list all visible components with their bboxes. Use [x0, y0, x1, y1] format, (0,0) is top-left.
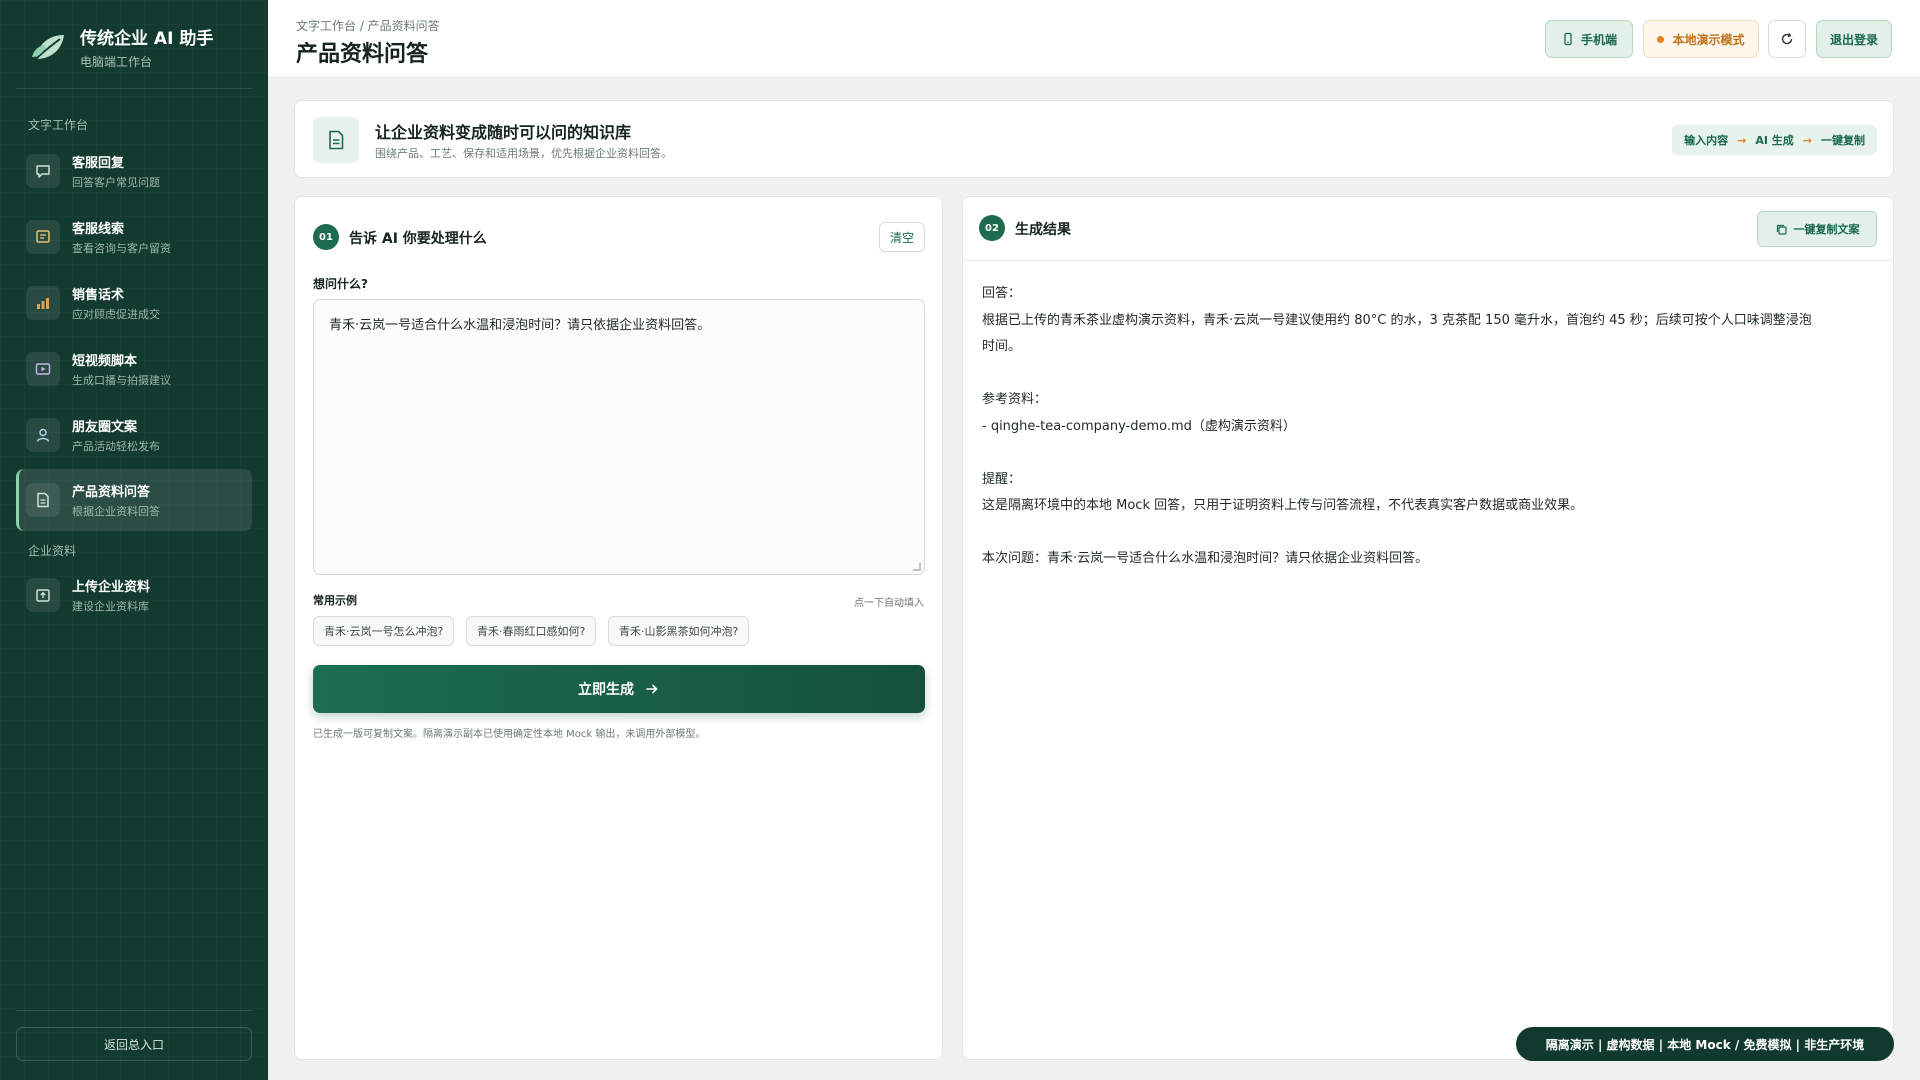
brand-title: 传统企业 AI 助手 [80, 29, 214, 49]
copy-icon [1776, 224, 1787, 235]
workflow-step: 一键复制 [1821, 134, 1865, 147]
sidebar-item-label: 朋友圈文案 [72, 420, 138, 435]
sidebar-divider [16, 88, 252, 89]
page-title: 产品资料问答 [296, 42, 429, 67]
input-panel: 01 告诉 AI 你要处理什么 清空 想问什么? 青禾·云岚一号适合什么水温和浸… [294, 196, 943, 1060]
back-to-home-button[interactable]: 返回总入口 [16, 1027, 252, 1061]
sidebar-item-label: 上传企业资料 [72, 580, 151, 595]
sidebar-item-desc: 回答客户常见问题 [72, 176, 160, 189]
example-chip[interactable]: 青禾·春雨红口感如何? [466, 616, 597, 646]
user-icon [26, 418, 60, 452]
answer-heading: 回答： [982, 286, 1022, 301]
note-heading: 提醒： [982, 471, 1022, 487]
chat-bubble-icon [26, 154, 60, 188]
sidebar-item-desc: 建设企业资料库 [72, 600, 149, 613]
brand: 传统企业 AI 助手 电脑端工作台 [30, 24, 213, 70]
sidebar-item-desc: 查看咨询与客户留资 [72, 242, 171, 255]
reference-heading: 参考资料： [982, 392, 1048, 407]
question-text: 青禾·云岚一号适合什么水温和浸泡时间？请只依据企业资料回答。 [329, 318, 711, 333]
clear-button[interactable]: 清空 [879, 222, 925, 252]
sidebar-section-label: 企业资料 [28, 544, 77, 558]
sidebar-item-desc: 应对顾虑促进成交 [72, 308, 160, 321]
banner-subtitle: 围绕产品、工艺、保存和适用场景，优先根据企业资料回答。 [375, 147, 672, 160]
message-list-icon [26, 220, 60, 254]
refresh-icon [1781, 33, 1793, 45]
input-panel-title: 告诉 AI 你要处理什么 [349, 231, 487, 247]
example-chip[interactable]: 青禾·云岚一号怎么冲泡? [313, 616, 455, 646]
logout-button[interactable]: 退出登录 [1816, 20, 1892, 58]
note-text: 这是隔离环境中的本地 Mock 回答，只用于证明资料上传与问答流程，不代表真实客… [982, 498, 1584, 513]
refresh-button[interactable] [1768, 20, 1806, 58]
result-panel-title: 生成结果 [1015, 222, 1071, 238]
document-icon [313, 117, 359, 163]
copy-button[interactable]: 一键复制文案 [1757, 211, 1877, 247]
reference-item: - qinghe-tea-company-demo.md（虚构演示资料） [982, 418, 1296, 434]
workflow-step: 输入内容 [1684, 134, 1729, 147]
sidebar-item-sales-script[interactable]: 销售话术 应对顾虑促进成交 [16, 272, 252, 334]
answer-text: 根据已上传的青禾茶业虚构演示资料，青禾·云岚一号建议使用约 80°C 的水，3 … [982, 312, 1812, 328]
breadcrumb: 文字工作台 / 产品资料问答 [296, 19, 440, 33]
arrow-right-icon: → [1737, 133, 1747, 147]
status-dot-icon [1657, 35, 1665, 43]
answer-text: 时间。 [982, 339, 1022, 354]
environment-badge: 隔离演示 | 虚构数据 | 本地 Mock / 免费模拟 | 非生产环境 [1516, 1027, 1894, 1061]
sidebar-item-label: 客服线索 [72, 222, 125, 237]
sidebar-item-moments-copy[interactable]: 朋友圈文案 产品活动轻松发布 [16, 404, 252, 466]
demo-mode-label: 本地演示模式 [1672, 32, 1745, 47]
mobile-view-button[interactable]: 手机端 [1545, 20, 1633, 58]
step-badge: 02 [979, 215, 1005, 241]
examples-label: 常用示例 [313, 594, 357, 607]
step-badge: 01 [313, 224, 339, 250]
upload-icon [26, 578, 60, 612]
copy-label: 一键复制文案 [1793, 223, 1860, 236]
arrow-right-icon [646, 684, 658, 694]
sidebar: 传统企业 AI 助手 电脑端工作台 文字工作台 客服回复 回答客户常见问题 客服… [0, 0, 268, 1080]
sidebar-item-desc: 根据企业资料回答 [72, 505, 160, 518]
bar-chart-icon [26, 286, 60, 320]
document-icon [26, 483, 60, 517]
generate-label: 立即生成 [578, 682, 634, 698]
resize-handle-icon[interactable] [913, 563, 921, 571]
phone-icon [1564, 32, 1572, 46]
question-echo: 本次问题：青禾·云岚一号适合什么水温和浸泡时间？请只依据企业资料回答。 [982, 551, 1429, 566]
sidebar-item-customer-reply[interactable]: 客服回复 回答客户常见问题 [16, 140, 252, 202]
generate-button[interactable]: 立即生成 [313, 665, 925, 713]
sidebar-item-label: 短视频脚本 [72, 354, 138, 369]
sidebar-item-product-qa[interactable]: 产品资料问答 根据企业资料回答 [16, 469, 252, 531]
sidebar-item-upload-data[interactable]: 上传企业资料 建设企业资料库 [16, 564, 252, 626]
result-panel-header: 02 生成结果 一键复制文案 [963, 197, 1893, 261]
examples-hint: 点一下自动填入 [854, 598, 924, 609]
video-play-icon [26, 352, 60, 386]
result-text[interactable]: 回答： 根据已上传的青禾茶业虚构演示资料，青禾·云岚一号建议使用约 80°C 的… [982, 281, 1876, 573]
sidebar-item-desc: 生成口播与拍摄建议 [72, 374, 171, 387]
sidebar-section-label: 文字工作台 [28, 118, 89, 132]
banner-title: 让企业资料变成随时可以问的知识库 [375, 123, 632, 142]
sidebar-item-customer-leads[interactable]: 客服线索 查看咨询与客户留资 [16, 206, 252, 268]
sidebar-item-label: 客服回复 [72, 156, 125, 171]
sidebar-item-desc: 产品活动轻松发布 [72, 440, 160, 453]
mobile-view-label: 手机端 [1580, 32, 1617, 47]
status-message: 已生成一版可复制文案。隔离演示副本已使用确定性本地 Mock 输出，未调用外部模… [313, 729, 706, 740]
leaf-logo-icon [32, 35, 64, 60]
top-header: 文字工作台 / 产品资料问答 产品资料问答 手机端 本地演示模式 退出登录 [268, 0, 1920, 78]
sidebar-item-video-script[interactable]: 短视频脚本 生成口播与拍摄建议 [16, 338, 252, 400]
intro-banner: 让企业资料变成随时可以问的知识库 围绕产品、工艺、保存和适用场景，优先根据企业资… [294, 100, 1894, 178]
question-textarea[interactable]: 青禾·云岚一号适合什么水温和浸泡时间？请只依据企业资料回答。 [313, 299, 925, 575]
result-panel: 02 生成结果 一键复制文案 回答： 根据已上传的青禾茶业虚构演示资料，青禾·云… [962, 196, 1894, 1060]
example-chip[interactable]: 青禾·山影黑茶如何冲泡? [608, 616, 750, 646]
brand-subtitle: 电脑端工作台 [80, 55, 153, 69]
sidebar-divider [16, 1010, 252, 1011]
workflow-steps: 输入内容 → AI 生成 → 一键复制 [1672, 125, 1877, 155]
arrow-right-icon: → [1802, 133, 1812, 147]
sidebar-item-label: 销售话术 [72, 288, 125, 303]
workflow-step: AI 生成 [1755, 134, 1794, 147]
question-label: 想问什么? [313, 277, 368, 291]
demo-mode-badge[interactable]: 本地演示模式 [1643, 20, 1759, 58]
sidebar-item-label: 产品资料问答 [72, 485, 151, 500]
